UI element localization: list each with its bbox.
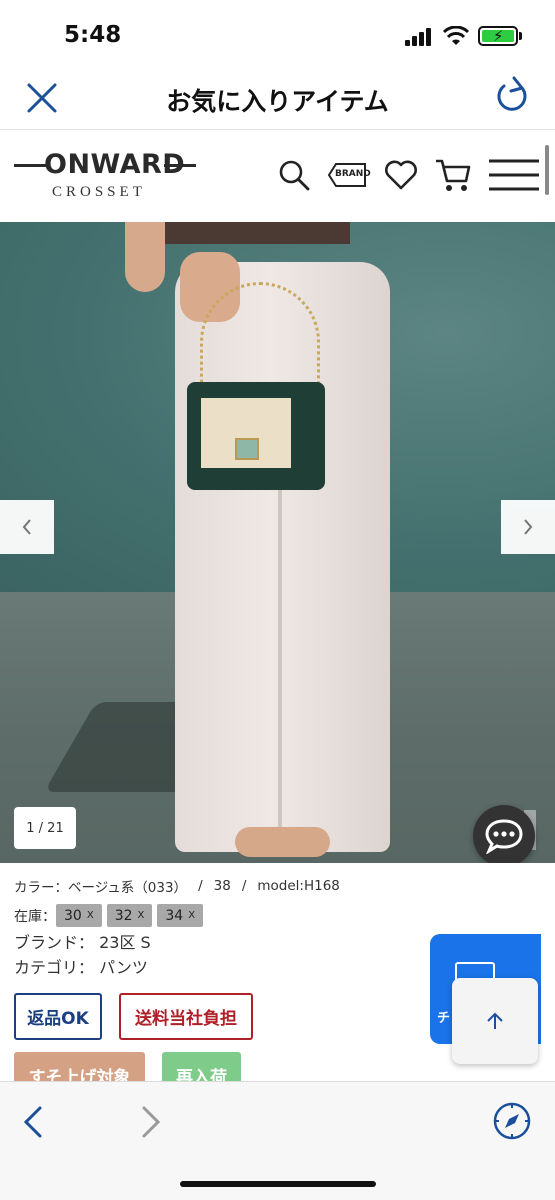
model-text: model:H168 [257, 878, 340, 894]
stock-chip-30[interactable]: 30 X [56, 904, 102, 927]
chevron-left-icon [22, 519, 31, 535]
back-arrow-icon[interactable] [18, 1102, 48, 1142]
site-header: ONWARD CROSSET BRAND [0, 131, 555, 221]
safari-compass-icon[interactable] [492, 1101, 532, 1141]
brand-button-label: BRAND [335, 169, 371, 179]
arrow-up-icon [487, 1012, 503, 1029]
battery-icon: ⚡ [478, 26, 518, 46]
logo-sub-text: CROSSET [52, 184, 146, 200]
cellular-signal-icon [405, 28, 435, 46]
remove-icon: X [137, 910, 145, 921]
onward-crosset-logo[interactable]: ONWARD CROSSET [14, 149, 199, 205]
separator: / [198, 878, 203, 894]
tag-free-shipping[interactable]: 送料当社負担 [119, 993, 253, 1040]
chat-icon [485, 819, 523, 854]
remove-icon: X [188, 910, 196, 921]
image-arm [125, 222, 165, 292]
remove-icon: X [86, 910, 94, 921]
stock-row: 在庫： 30 X 32 X 34 X [14, 903, 208, 928]
image-foot [235, 827, 330, 857]
status-time: 5:48 [64, 22, 122, 48]
stock-chip-label: 32 [114, 907, 133, 924]
home-indicator [180, 1181, 376, 1187]
battery-cap [519, 32, 522, 40]
wifi-icon [443, 26, 469, 45]
page-title: お気に入りアイテム [166, 87, 389, 116]
cart-icon[interactable] [434, 157, 472, 193]
search-icon[interactable] [278, 159, 310, 191]
size-text: 38 [213, 878, 231, 894]
chevron-right-icon [524, 519, 533, 535]
status-bar: 5:48 ⚡ [0, 0, 555, 66]
hamburger-menu-icon[interactable] [487, 157, 541, 193]
category-line: カテゴリ： パンツ [14, 958, 148, 977]
nav-bar: お気に入りアイテム [0, 66, 555, 130]
product-info: カラー：ベージュ系（033） / 38 / model:H168 [14, 876, 434, 896]
image-counter: 1 / 21 [14, 807, 76, 849]
scroll-to-top-button[interactable] [452, 978, 538, 1064]
stock-chip-label: 34 [165, 907, 184, 924]
stock-chip-label: 30 [64, 907, 82, 924]
heart-icon[interactable] [384, 159, 418, 191]
stock-label: 在庫： [14, 908, 56, 925]
image-top-garment [165, 222, 350, 244]
chat-button[interactable] [473, 805, 535, 863]
reload-icon[interactable] [492, 74, 532, 118]
side-panel-label: チ [437, 1011, 451, 1026]
scrollbar[interactable] [545, 145, 549, 195]
carousel-next-button[interactable] [501, 500, 555, 554]
brand-line: ブランド： 23区 S [14, 933, 151, 952]
logo-line-left [14, 164, 48, 167]
separator: / [241, 878, 247, 894]
image-bag-clasp [235, 438, 259, 460]
image-bag [187, 382, 325, 490]
image-bag-chain [200, 282, 320, 392]
image-bag-front [197, 394, 295, 472]
logo-line-right [164, 164, 196, 167]
product-image[interactable]: 1 / 21 [0, 222, 555, 863]
stock-chip-34[interactable]: 34 X [157, 904, 204, 927]
color-text: カラー：ベージュ系（033） [14, 880, 188, 896]
stock-chip-32[interactable]: 32 X [106, 904, 153, 927]
tag-return-ok[interactable]: 返品OK [14, 993, 102, 1040]
carousel-prev-button[interactable] [0, 500, 54, 554]
brand-button[interactable]: BRAND [327, 161, 371, 189]
image-pants-split [278, 472, 282, 852]
color-size-line: カラー：ベージュ系（033） / 38 / model:H168 [14, 876, 434, 896]
forward-arrow-icon[interactable] [136, 1102, 166, 1142]
